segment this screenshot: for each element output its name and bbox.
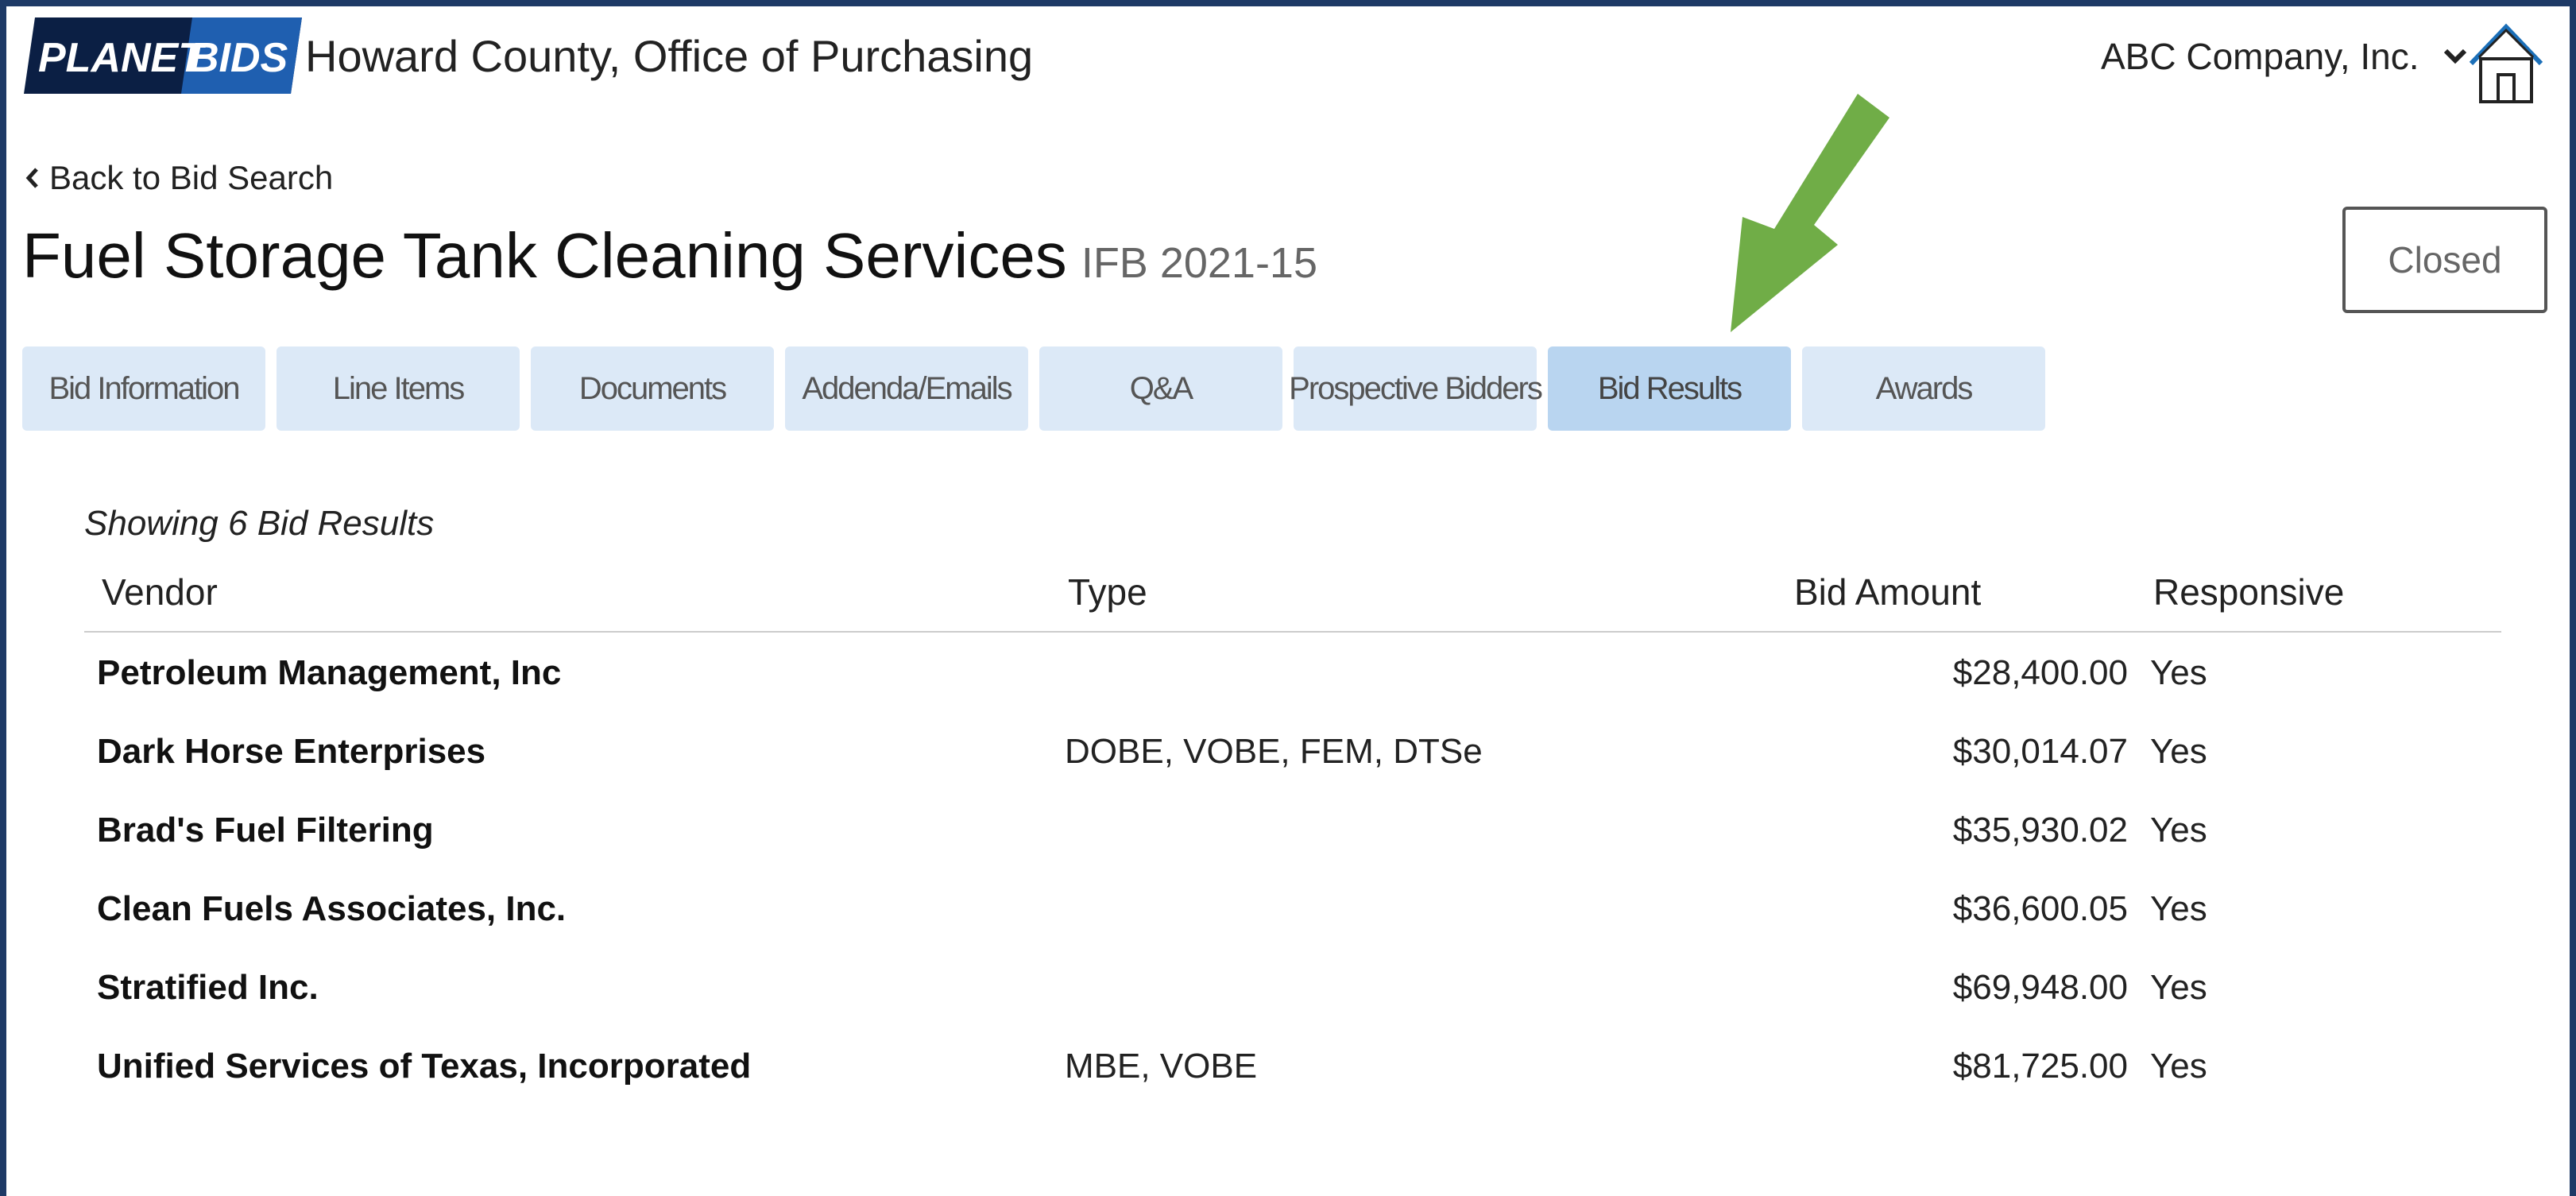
logo-text-planet: PLANET (38, 35, 207, 81)
tab-bid-results[interactable]: Bid Results (1548, 346, 1791, 431)
page-title: Fuel Storage Tank Cleaning Services IFB 2… (22, 219, 1317, 292)
responsive-value: Yes (2150, 732, 2207, 771)
tab-prospective-bidders[interactable]: Prospective Bidders (1289, 346, 1543, 431)
vendor-name: Brad's Fuel Filtering (97, 811, 434, 850)
bid-amount: $36,600.05 (1952, 889, 2128, 928)
table-row: Dark Horse Enterprises DOBE, VOBE, FEM, … (84, 714, 2501, 793)
responsive-value: Yes (2150, 653, 2207, 692)
back-link-label: Back to Bid Search (49, 159, 334, 196)
vendor-name: Petroleum Management, Inc (97, 653, 562, 692)
responsive-value: Yes (2150, 811, 2207, 850)
chevron-left-icon (25, 168, 38, 188)
tab-bid-information[interactable]: Bid Information (22, 346, 265, 431)
table-row: Brad's Fuel Filtering $35,930.02 Yes (84, 793, 2501, 872)
table-row: Clean Fuels Associates, Inc. $36,600.05 … (84, 872, 2501, 950)
table-row: Petroleum Management, Inc $28,400.00 Yes (84, 636, 2501, 714)
column-header-bid-amount[interactable]: Bid Amount (1794, 571, 1981, 613)
tab-documents[interactable]: Documents (531, 346, 774, 431)
tab-awards[interactable]: Awards (1802, 346, 2045, 431)
vendor-type: MBE, VOBE (1065, 1047, 1258, 1086)
results-table-header: Vendor Type Bid Amount Responsive (84, 563, 2501, 633)
bid-number: IFB 2021-15 (1081, 239, 1317, 287)
results-table-body: Petroleum Management, Inc $28,400.00 Yes… (84, 636, 2501, 1108)
table-row: Stratified Inc. $69,948.00 Yes (84, 950, 2501, 1029)
vendor-name: Unified Services of Texas, Incorporated (97, 1047, 752, 1086)
bid-title: Fuel Storage Tank Cleaning Services (22, 220, 1067, 291)
home-icon[interactable] (2468, 22, 2544, 105)
vendor-type: DOBE, VOBE, FEM, DTSe (1065, 732, 1483, 771)
responsive-value: Yes (2150, 1047, 2207, 1086)
logo-text-bids: BIDS (189, 35, 288, 81)
responsive-value: Yes (2150, 968, 2207, 1007)
tab-qa[interactable]: Q&A (1039, 346, 1282, 431)
bid-amount: $35,930.02 (1952, 811, 2128, 850)
table-row: Unified Services of Texas, Incorporated … (84, 1029, 2501, 1108)
vendor-name: Stratified Inc. (97, 968, 319, 1007)
bid-amount: $30,014.07 (1952, 732, 2128, 771)
column-header-type[interactable]: Type (1068, 571, 1147, 613)
vendor-name: Dark Horse Enterprises (97, 732, 486, 771)
company-name: ABC Company, Inc. (2101, 36, 2419, 77)
column-header-responsive[interactable]: Responsive (2153, 571, 2344, 613)
page: PLANET BIDS Howard County, Office of Pur… (6, 6, 2570, 1196)
chevron-down-icon (2443, 48, 2466, 64)
bid-amount: $69,948.00 (1952, 968, 2128, 1007)
bid-amount: $28,400.00 (1952, 653, 2128, 692)
back-to-bid-search-link[interactable]: Back to Bid Search (25, 159, 333, 197)
vendor-name: Clean Fuels Associates, Inc. (97, 889, 567, 928)
company-menu[interactable]: ABC Company, Inc. (2101, 35, 2467, 78)
annotation-arrow (1731, 94, 1889, 332)
bid-status-button[interactable]: Closed (2342, 207, 2547, 313)
bid-tabs: Bid Information Line Items Documents Add… (22, 346, 2045, 431)
tab-line-items[interactable]: Line Items (277, 346, 520, 431)
responsive-value: Yes (2150, 889, 2207, 928)
bid-amount: $81,725.00 (1952, 1047, 2128, 1086)
organization-name: Howard County, Office of Purchasing (305, 31, 1034, 81)
planetbids-logo[interactable]: PLANET BIDS (24, 17, 302, 94)
results-summary: Showing 6 Bid Results (84, 504, 435, 543)
tab-addenda-emails[interactable]: Addenda/Emails (785, 346, 1028, 431)
column-header-vendor[interactable]: Vendor (102, 571, 218, 613)
